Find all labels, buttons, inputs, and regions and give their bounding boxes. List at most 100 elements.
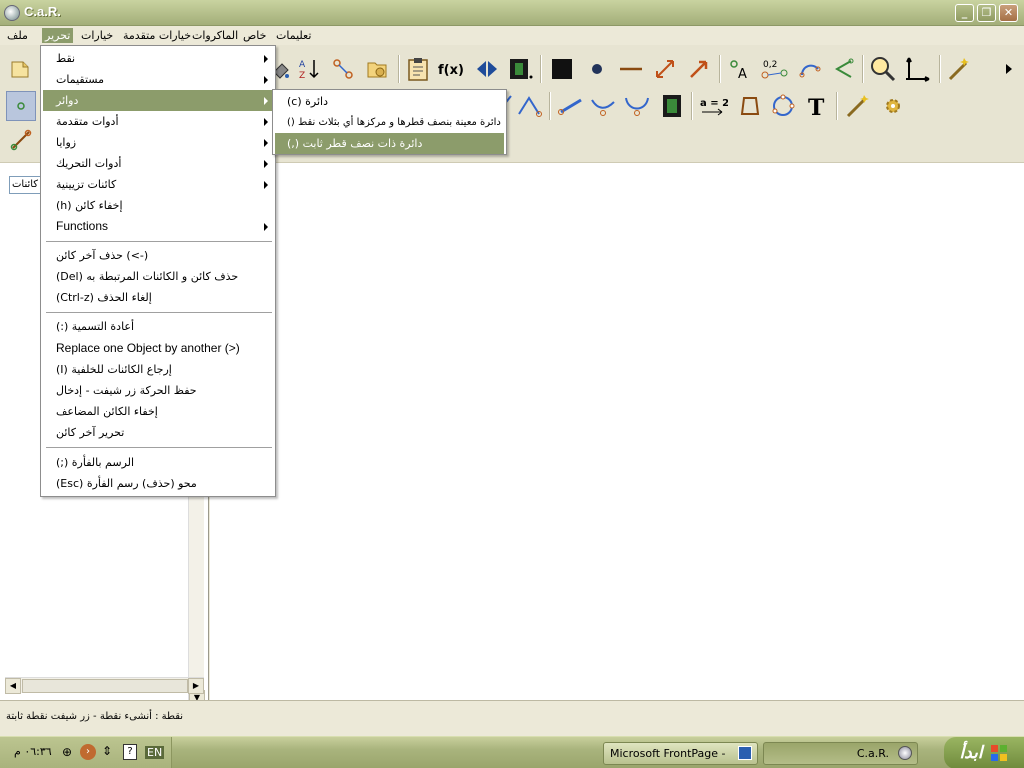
film-icon[interactable] [657, 91, 687, 121]
menu-decorative-objects[interactable]: كائنات تزيينية [43, 174, 273, 195]
menu-points[interactable]: نقط [43, 48, 273, 69]
settings-gear-icon[interactable] [878, 91, 908, 121]
menu-angles[interactable]: زوايا [43, 132, 273, 153]
animation-film-icon[interactable] [505, 54, 535, 84]
ray-icon[interactable] [556, 91, 586, 121]
angle-lines-icon[interactable] [515, 91, 545, 121]
macro-folder-icon[interactable] [362, 54, 392, 84]
task-frontpage[interactable]: Microsoft FrontPage - ... [603, 742, 758, 765]
function-icon[interactable]: f(x) [437, 54, 467, 84]
horizontal-scrollbar[interactable]: ◀ ▶ [5, 677, 204, 694]
scroll-thumb[interactable] [22, 679, 188, 693]
menu-undo-delete[interactable]: (Ctrl-z) إلغاء الحذف [43, 287, 273, 308]
toolbar-separator [719, 55, 721, 83]
scroll-right-icon[interactable]: ▶ [188, 678, 204, 694]
toolbar-separator [862, 55, 864, 83]
new-file-icon[interactable] [5, 54, 35, 84]
segment-icon[interactable] [616, 54, 646, 84]
sort-az-icon[interactable]: AZ [294, 54, 324, 84]
tray-arrows-icon[interactable]: ⇕ [102, 744, 112, 758]
point-tool-icon[interactable] [6, 91, 36, 121]
menu-rename-label: (:) أعادة التسمية [56, 320, 135, 333]
point-link-icon[interactable] [328, 54, 358, 84]
restore-button[interactable]: ❐ [977, 4, 996, 22]
menu-separator [46, 241, 272, 243]
menu-options[interactable]: خيارات [78, 28, 116, 43]
window-title: C.a.R. [24, 4, 61, 19]
menu-lines[interactable]: مستقيمات [43, 69, 273, 90]
wand-icon[interactable] [843, 91, 873, 121]
point-label-icon[interactable]: A [726, 54, 756, 84]
toolbar-more-arrow-icon[interactable] [998, 54, 1020, 84]
axes-icon[interactable] [903, 54, 933, 84]
curve-points-icon[interactable] [588, 91, 618, 121]
coordinates-icon[interactable]: 0,2 [760, 54, 790, 84]
start-button[interactable]: ابدأ [944, 737, 1024, 768]
polygon-icon[interactable] [735, 91, 765, 121]
menu-delete-last[interactable]: حذف آخر كائن (<-) [43, 245, 273, 266]
parabola-icon[interactable] [622, 91, 652, 121]
menu-replace-object-label: Replace one Object by another (>) [56, 341, 240, 355]
menu-rename[interactable]: (:) أعادة التسمية [43, 316, 273, 337]
menu-circle-label: (c) دائرة [287, 95, 328, 108]
toolbar-separator [549, 92, 551, 120]
segment-points-icon[interactable] [6, 125, 36, 155]
double-arrow-icon[interactable] [650, 54, 680, 84]
menu-help[interactable]: تعليمات [273, 28, 314, 43]
menu-send-to-back[interactable]: (I) إرجاع الكائنات للخلفية [43, 359, 273, 380]
dot-icon[interactable] [582, 54, 612, 84]
menu-clear-mouse-draw[interactable]: (Esc) محو (حذف) رسم الفأرة [43, 473, 273, 494]
angle-icon[interactable] [829, 54, 859, 84]
reflection-icon[interactable] [472, 54, 502, 84]
menu-save-motion[interactable]: حفظ الحركة زر شيفت - إدخال [43, 380, 273, 401]
volume-icon[interactable]: › [80, 744, 96, 760]
menu-advanced-options[interactable]: خيارات متقدمة [120, 28, 194, 43]
clock: ٠٦:٣٦ م [14, 745, 52, 758]
frontpage-icon [738, 746, 752, 760]
menu-hide-object[interactable]: (h) إخفاء كائن [43, 195, 273, 216]
menu-send-to-back-label: (I) إرجاع الكائنات للخلفية [56, 363, 172, 376]
minimize-button[interactable]: _ [955, 4, 974, 22]
network-icon[interactable]: ⊕ [62, 745, 72, 759]
menu-macros[interactable]: الماكروات [189, 28, 241, 43]
windows-logo-icon [990, 745, 1007, 761]
scroll-left-icon[interactable]: ◀ [5, 678, 21, 694]
close-button[interactable]: ✕ [999, 4, 1018, 22]
clipboard-icon[interactable] [403, 54, 433, 84]
text-icon[interactable]: T [802, 91, 832, 121]
menu-edit-last[interactable]: تحرير آخر كائن [43, 422, 273, 443]
menu-move-tools[interactable]: أدوات التحريك [43, 153, 273, 174]
svg-text:A: A [299, 60, 306, 70]
menu-circles[interactable]: دوائر [43, 90, 273, 111]
menu-delete-object-label: (Del) حذف كائن و الكائنات المرتبطة به [56, 270, 239, 283]
menu-edit[interactable]: تحرير [42, 28, 74, 43]
expression-icon[interactable]: a = 2 [698, 91, 728, 121]
svg-text:0,2: 0,2 [763, 60, 777, 70]
drawing-canvas[interactable] [210, 163, 1024, 700]
language-indicator[interactable]: EN [145, 746, 165, 759]
menu-circle-three-points[interactable]: () دائرة معينة بنصف قطرها و مركزها أي بث… [275, 112, 504, 133]
magic-wand-icon[interactable] [945, 54, 975, 84]
menu-replace-object[interactable]: Replace one Object by another (>) [43, 338, 273, 359]
black-square-icon[interactable] [547, 54, 577, 84]
status-text: نقطة : أنشىء نقطة - زر شيفت نقطة ثابتة [6, 711, 184, 722]
circle-points-icon[interactable] [768, 91, 798, 121]
help-icon[interactable]: ? [123, 744, 137, 760]
menu-circle[interactable]: (c) دائرة [275, 91, 504, 112]
arc-icon[interactable] [795, 54, 825, 84]
zoom-icon[interactable] [868, 54, 898, 84]
submenu-arrow-icon [264, 160, 268, 168]
menu-delete-object[interactable]: (Del) حذف كائن و الكائنات المرتبطة به [43, 266, 273, 287]
menu-functions[interactable]: Functions [43, 216, 273, 237]
menu-hide-duplicate[interactable]: إخفاء الكائن المضاعف [43, 401, 273, 422]
vector-icon[interactable] [684, 54, 714, 84]
menu-mouse-draw-label: (;) الرسم بالفأرة [56, 456, 135, 469]
menu-mouse-draw[interactable]: (;) الرسم بالفأرة [43, 452, 273, 473]
menu-file[interactable]: ملف [4, 28, 31, 43]
menu-advanced-tools[interactable]: أدوات متقدمة [43, 111, 273, 132]
task-car[interactable]: C.a.R. [763, 742, 918, 765]
menu-circle-fixed-radius[interactable]: (,) دائرة ذات نصف قطر ثابت [275, 133, 504, 154]
menu-special[interactable]: خاص [240, 28, 269, 43]
svg-text:a = 2: a = 2 [700, 98, 728, 109]
menu-undo-delete-label: (Ctrl-z) إلغاء الحذف [56, 291, 152, 304]
